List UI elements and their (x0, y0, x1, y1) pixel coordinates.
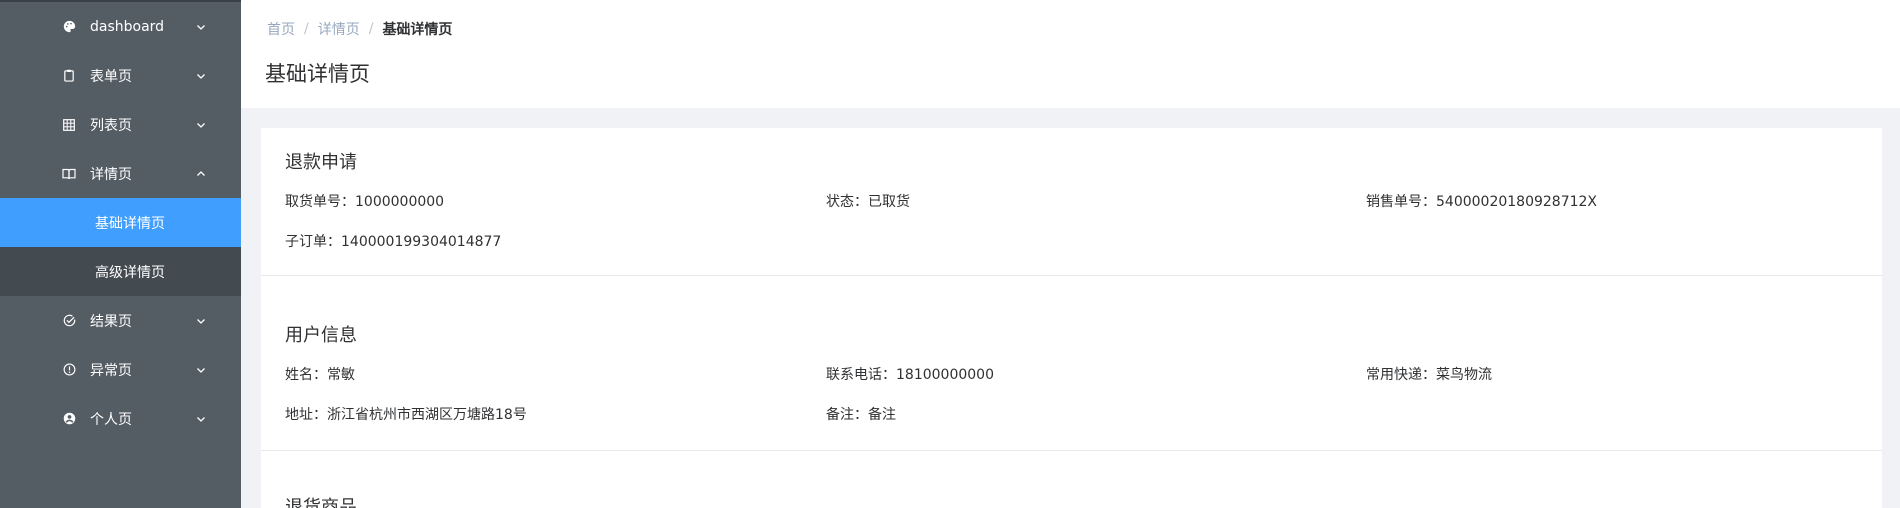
sidebar: dashboard 表单页 列表页 详情页 基础详情页 高级详情页 结果页 异常… (0, 0, 241, 508)
sidebar-item-label: 个人页 (90, 411, 132, 428)
chevron-down-icon (195, 119, 207, 131)
sidebar-item-result[interactable]: 结果页 (0, 296, 241, 345)
field-sales-number: 销售单号：54000020180928712X (1366, 194, 1598, 210)
page-header: 首页 / 详情页 / 基础详情页 基础详情页 (241, 0, 1900, 108)
sidebar-item-label: 异常页 (90, 362, 132, 379)
chevron-down-icon (195, 70, 207, 82)
section-title: 用户信息 (285, 325, 357, 346)
field-courier: 常用快递：菜鸟物流 (1366, 367, 1492, 383)
sidebar-subitem-label: 高级详情页 (95, 264, 165, 281)
sidebar-subitem-label: 基础详情页 (95, 215, 165, 232)
section-title: 退货商品 (285, 497, 357, 508)
breadcrumb: 首页 / 详情页 / 基础详情页 (267, 19, 452, 39)
section-divider (261, 275, 1882, 276)
user-icon (62, 412, 76, 426)
sidebar-item-profile[interactable]: 个人页 (0, 394, 241, 443)
check-circle-icon (62, 314, 76, 328)
breadcrumb-current: 基础详情页 (382, 22, 453, 38)
breadcrumb-separator: / (304, 21, 309, 37)
warning-circle-icon (62, 363, 76, 377)
chevron-up-icon (195, 168, 207, 180)
sidebar-item-label: dashboard (90, 18, 165, 35)
field-status: 状态：已取货 (826, 194, 910, 210)
chevron-down-icon (195, 413, 207, 425)
grid-icon (62, 118, 76, 132)
palette-icon (62, 20, 76, 34)
chevron-down-icon (195, 364, 207, 376)
sidebar-item-form[interactable]: 表单页 (0, 51, 241, 100)
sidebar-item-list[interactable]: 列表页 (0, 100, 241, 149)
sidebar-item-detail[interactable]: 详情页 (0, 149, 241, 198)
book-icon (62, 167, 76, 181)
sidebar-item-label: 列表页 (90, 117, 132, 134)
sidebar-item-label: 详情页 (90, 166, 132, 183)
section-divider (261, 450, 1882, 451)
breadcrumb-home[interactable]: 首页 (267, 19, 295, 39)
field-phone: 联系电话：18100000000 (826, 367, 994, 383)
field-remark: 备注：备注 (826, 407, 896, 423)
field-address: 地址：浙江省杭州市西湖区万塘路18号 (285, 407, 527, 423)
clipboard-icon (62, 69, 76, 83)
sidebar-item-label: 结果页 (90, 313, 132, 330)
page-title: 基础详情页 (265, 62, 370, 86)
sidebar-subitem-advanced-detail[interactable]: 高级详情页 (0, 247, 241, 296)
field-pickup-number: 取货单号：1000000000 (285, 194, 445, 210)
breadcrumb-detail[interactable]: 详情页 (318, 19, 360, 39)
section-title: 退款申请 (285, 152, 357, 173)
sidebar-item-label: 表单页 (90, 68, 132, 85)
chevron-down-icon (195, 315, 207, 327)
sidebar-item-exception[interactable]: 异常页 (0, 345, 241, 394)
breadcrumb-separator: / (368, 21, 374, 37)
sidebar-item-dashboard[interactable]: dashboard (0, 2, 241, 51)
detail-card: 退款申请 取货单号：1000000000 状态：已取货 销售单号：5400002… (261, 128, 1882, 508)
sidebar-subitem-basic-detail[interactable]: 基础详情页 (0, 198, 241, 247)
field-name: 姓名：常敏 (285, 367, 355, 383)
chevron-down-icon (195, 21, 207, 33)
field-sub-order: 子订单：140000199304014877 (285, 234, 502, 250)
